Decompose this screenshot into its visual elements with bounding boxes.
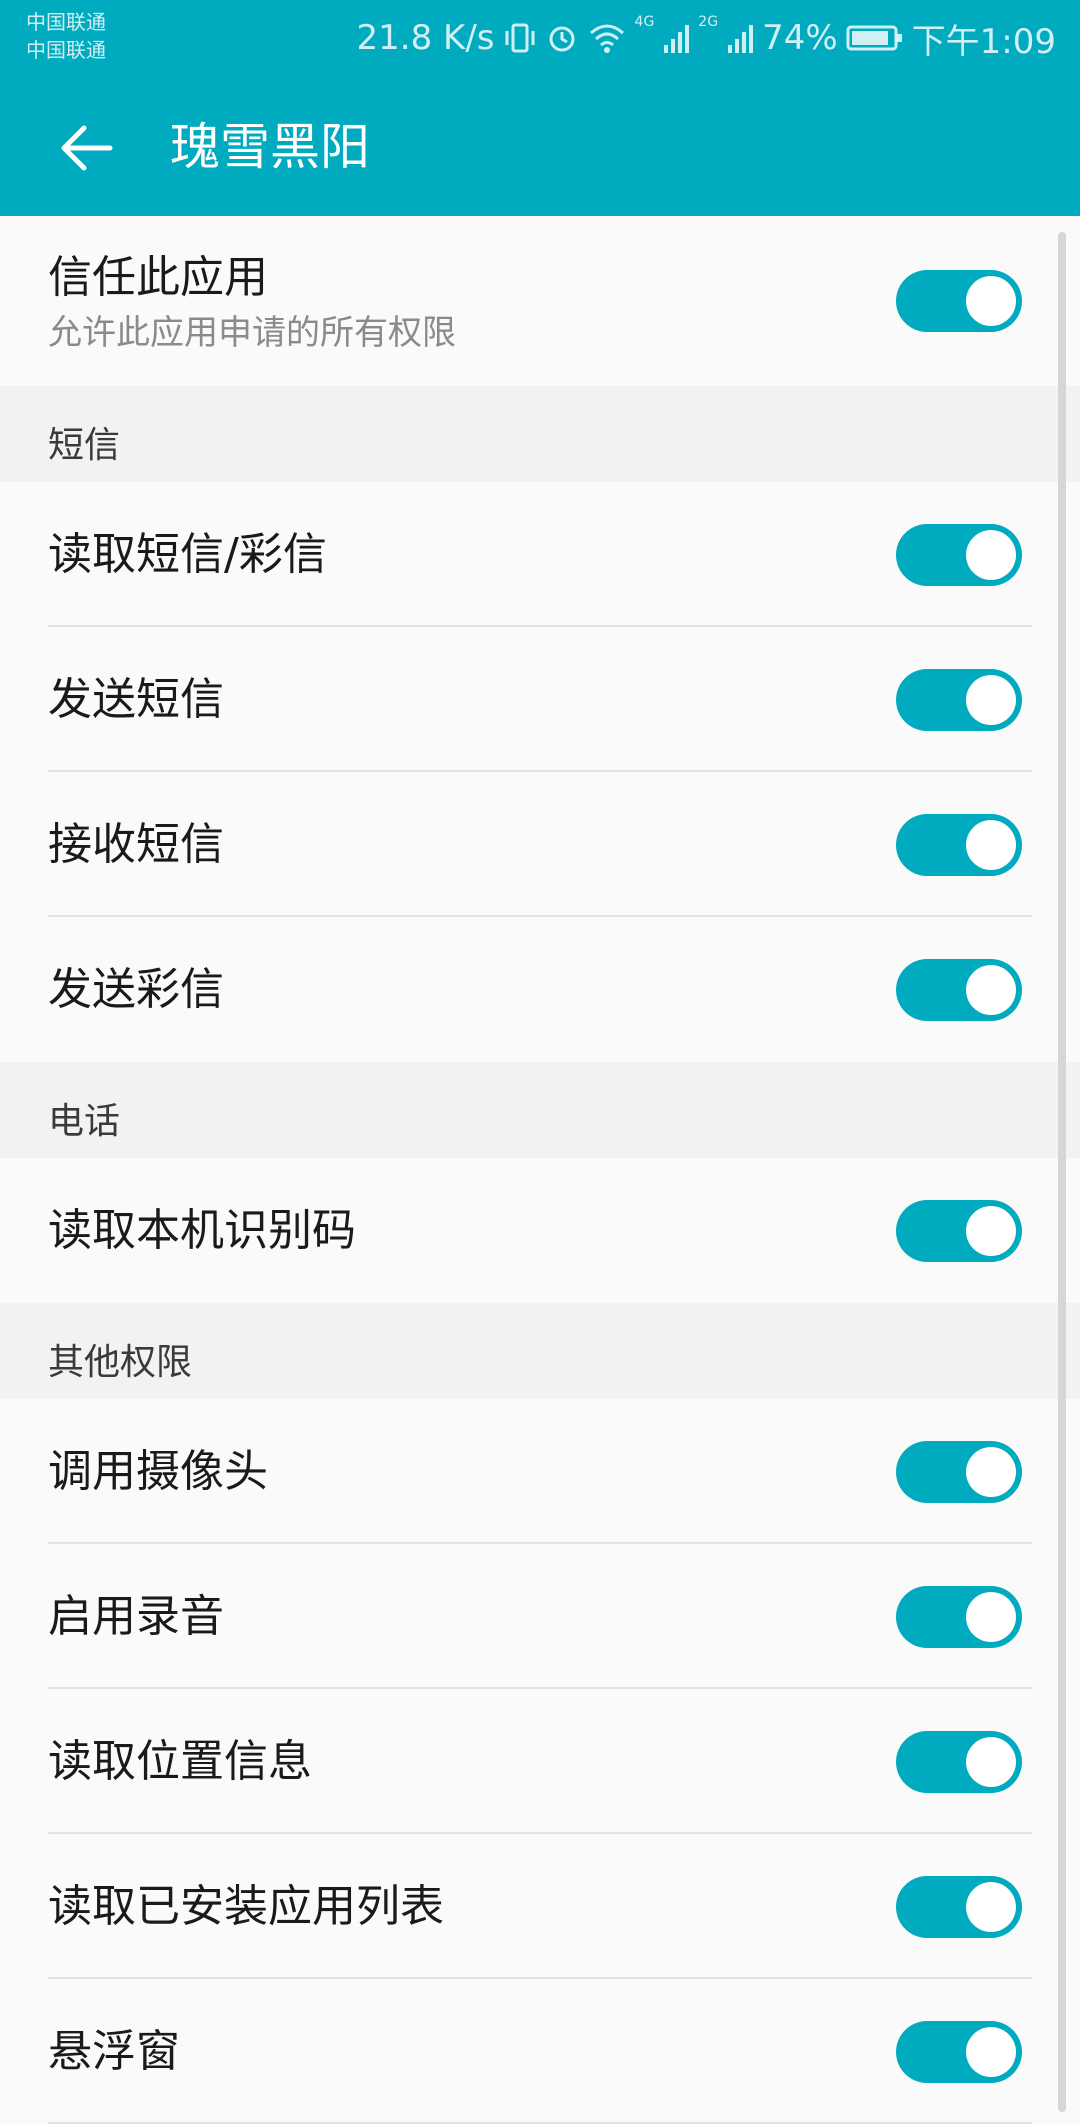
signal-icon — [728, 25, 754, 53]
permission-label: 悬浮窗 — [48, 2026, 180, 2077]
permission-toggle[interactable] — [896, 1730, 1022, 1793]
permission-row-send-mms[interactable]: 发送彩信 — [0, 917, 1080, 1062]
carrier-2: 中国联通 — [26, 38, 106, 62]
permission-row-camera[interactable]: 调用摄像头 — [0, 1399, 1080, 1544]
toggle-knob — [966, 1446, 1016, 1497]
page-title: 瑰雪黑阳 — [170, 118, 370, 176]
permission-label: 发送短信 — [48, 674, 224, 725]
status-bar: 中国联通 中国联通 21.8 K/s 4G 2G 74% 下午1:09 — [0, 0, 1080, 76]
permission-row-floating-window[interactable]: 悬浮窗 — [0, 1979, 1080, 2124]
toggle-knob — [966, 1591, 1016, 1642]
permission-toggle[interactable] — [896, 1199, 1022, 1262]
permission-list: 信任此应用 允许此应用申请的所有权限 短信 读取短信/彩信 发送短信 接收短信 … — [0, 216, 1080, 2124]
vibrate-icon — [505, 23, 535, 53]
carrier-names: 中国联通 中国联通 — [26, 8, 106, 64]
toggle-knob — [966, 964, 1016, 1015]
back-button[interactable] — [48, 110, 124, 186]
wifi-icon — [589, 24, 624, 53]
permission-row-send-sms[interactable]: 发送短信 — [0, 627, 1080, 772]
toggle-knob — [966, 529, 1016, 580]
permission-row-installed-apps[interactable]: 读取已安装应用列表 — [0, 1834, 1080, 1979]
back-arrow-icon — [61, 125, 113, 171]
carrier-1: 中国联通 — [26, 10, 106, 34]
permission-row-record-audio[interactable]: 启用录音 — [0, 1544, 1080, 1689]
trust-app-description: 允许此应用申请的所有权限 — [48, 313, 456, 353]
scrollbar[interactable] — [1058, 232, 1066, 2112]
section-header-sms: 短信 — [0, 386, 1080, 482]
toggle-knob — [966, 276, 1016, 326]
signal-icon — [664, 25, 690, 53]
trust-app-label: 信任此应用 — [48, 252, 268, 303]
permission-row-location[interactable]: 读取位置信息 — [0, 1689, 1080, 1834]
permission-toggle[interactable] — [896, 1440, 1022, 1503]
battery-percent: 74% — [762, 18, 838, 58]
permission-toggle[interactable] — [896, 2020, 1022, 2083]
permission-toggle[interactable] — [896, 668, 1022, 731]
toggle-knob — [966, 819, 1016, 870]
section-title: 其他权限 — [48, 1342, 193, 1383]
permission-label: 读取短信/彩信 — [48, 529, 327, 580]
permission-label: 发送彩信 — [48, 964, 224, 1015]
permission-toggle[interactable] — [896, 958, 1022, 1021]
alarm-icon — [549, 26, 575, 52]
permission-row-receive-sms[interactable]: 接收短信 — [0, 772, 1080, 917]
status-icons: 21.8 K/s 4G 2G 74% 下午1:09 — [357, 0, 1056, 76]
permission-row-read-device-id[interactable]: 读取本机识别码 — [0, 1158, 1080, 1303]
permission-label: 调用摄像头 — [48, 1446, 268, 1497]
trust-app-toggle[interactable] — [896, 270, 1022, 332]
permission-label: 读取已安装应用列表 — [48, 1881, 444, 1932]
trust-app-row[interactable]: 信任此应用 允许此应用申请的所有权限 — [0, 216, 1080, 386]
permission-toggle[interactable] — [896, 813, 1022, 876]
sim2-type: 2G — [698, 14, 719, 30]
permission-toggle[interactable] — [896, 523, 1022, 586]
toggle-knob — [966, 1736, 1016, 1787]
clock: 下午1:09 — [911, 21, 1056, 62]
section-header-other: 其他权限 — [0, 1303, 1080, 1399]
permission-label: 读取位置信息 — [48, 1736, 312, 1787]
section-title: 短信 — [48, 425, 121, 466]
permission-toggle[interactable] — [896, 1875, 1022, 1938]
permission-row-read-sms[interactable]: 读取短信/彩信 — [0, 482, 1080, 627]
sim1-type: 4G — [634, 14, 655, 30]
permission-label: 启用录音 — [48, 1591, 224, 1642]
section-header-phone: 电话 — [0, 1062, 1080, 1158]
permission-label: 接收短信 — [48, 819, 224, 870]
toggle-knob — [966, 1205, 1016, 1256]
permission-toggle[interactable] — [896, 1585, 1022, 1648]
toggle-knob — [966, 1881, 1016, 1932]
toolbar: 瑰雪黑阳 — [0, 76, 1080, 216]
toggle-knob — [966, 2026, 1016, 2077]
battery-icon — [846, 25, 902, 51]
section-title: 电话 — [48, 1101, 121, 1142]
permission-label: 读取本机识别码 — [48, 1205, 356, 1256]
net-speed: 21.8 K/s — [356, 18, 495, 58]
toggle-knob — [966, 674, 1016, 725]
